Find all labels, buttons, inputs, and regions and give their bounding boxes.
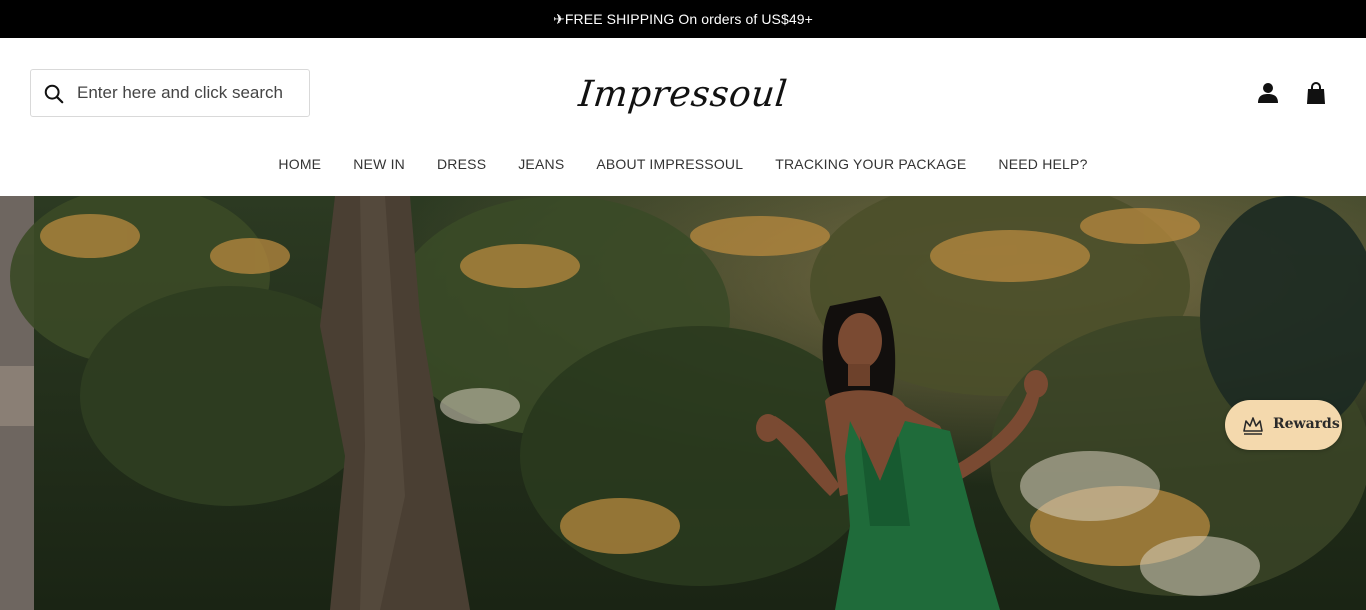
main-nav: HOME NEW IN DRESS JEANS ABOUT IMPRESSOUL… <box>0 152 1366 176</box>
search-box[interactable] <box>30 69 310 117</box>
crown-icon <box>1243 417 1263 435</box>
user-icon[interactable] <box>1256 82 1280 104</box>
announcement-text: ✈FREE SHIPPING On orders of US$49+ <box>553 10 813 27</box>
brand-logo-text: Impressoul <box>576 73 790 115</box>
nav-item-about[interactable]: ABOUT IMPRESSOUL <box>596 156 743 172</box>
shopping-bag-icon[interactable] <box>1305 81 1327 105</box>
nav-item-help[interactable]: NEED HELP? <box>998 156 1087 172</box>
brand-logo[interactable]: Impressoul <box>577 68 790 120</box>
rewards-label: Rewards <box>1273 416 1340 432</box>
nav-item-tracking[interactable]: TRACKING YOUR PACKAGE <box>775 156 966 172</box>
announcement-bar: ✈FREE SHIPPING On orders of US$49+ <box>0 0 1366 38</box>
hero-image <box>0 196 1366 610</box>
nav-item-home[interactable]: HOME <box>278 156 321 172</box>
nav-item-new-in[interactable]: NEW IN <box>353 156 405 172</box>
rewards-button[interactable]: Rewards <box>1225 400 1342 450</box>
site-header: Impressoul HOME NEW IN DRESS JEANS ABOUT… <box>0 38 1366 196</box>
nav-item-jeans[interactable]: JEANS <box>518 156 564 172</box>
hero-banner[interactable]: Rewards <box>0 196 1366 610</box>
nav-item-dress[interactable]: DRESS <box>437 156 486 172</box>
search-input[interactable] <box>77 70 307 116</box>
search-icon[interactable] <box>43 83 65 105</box>
